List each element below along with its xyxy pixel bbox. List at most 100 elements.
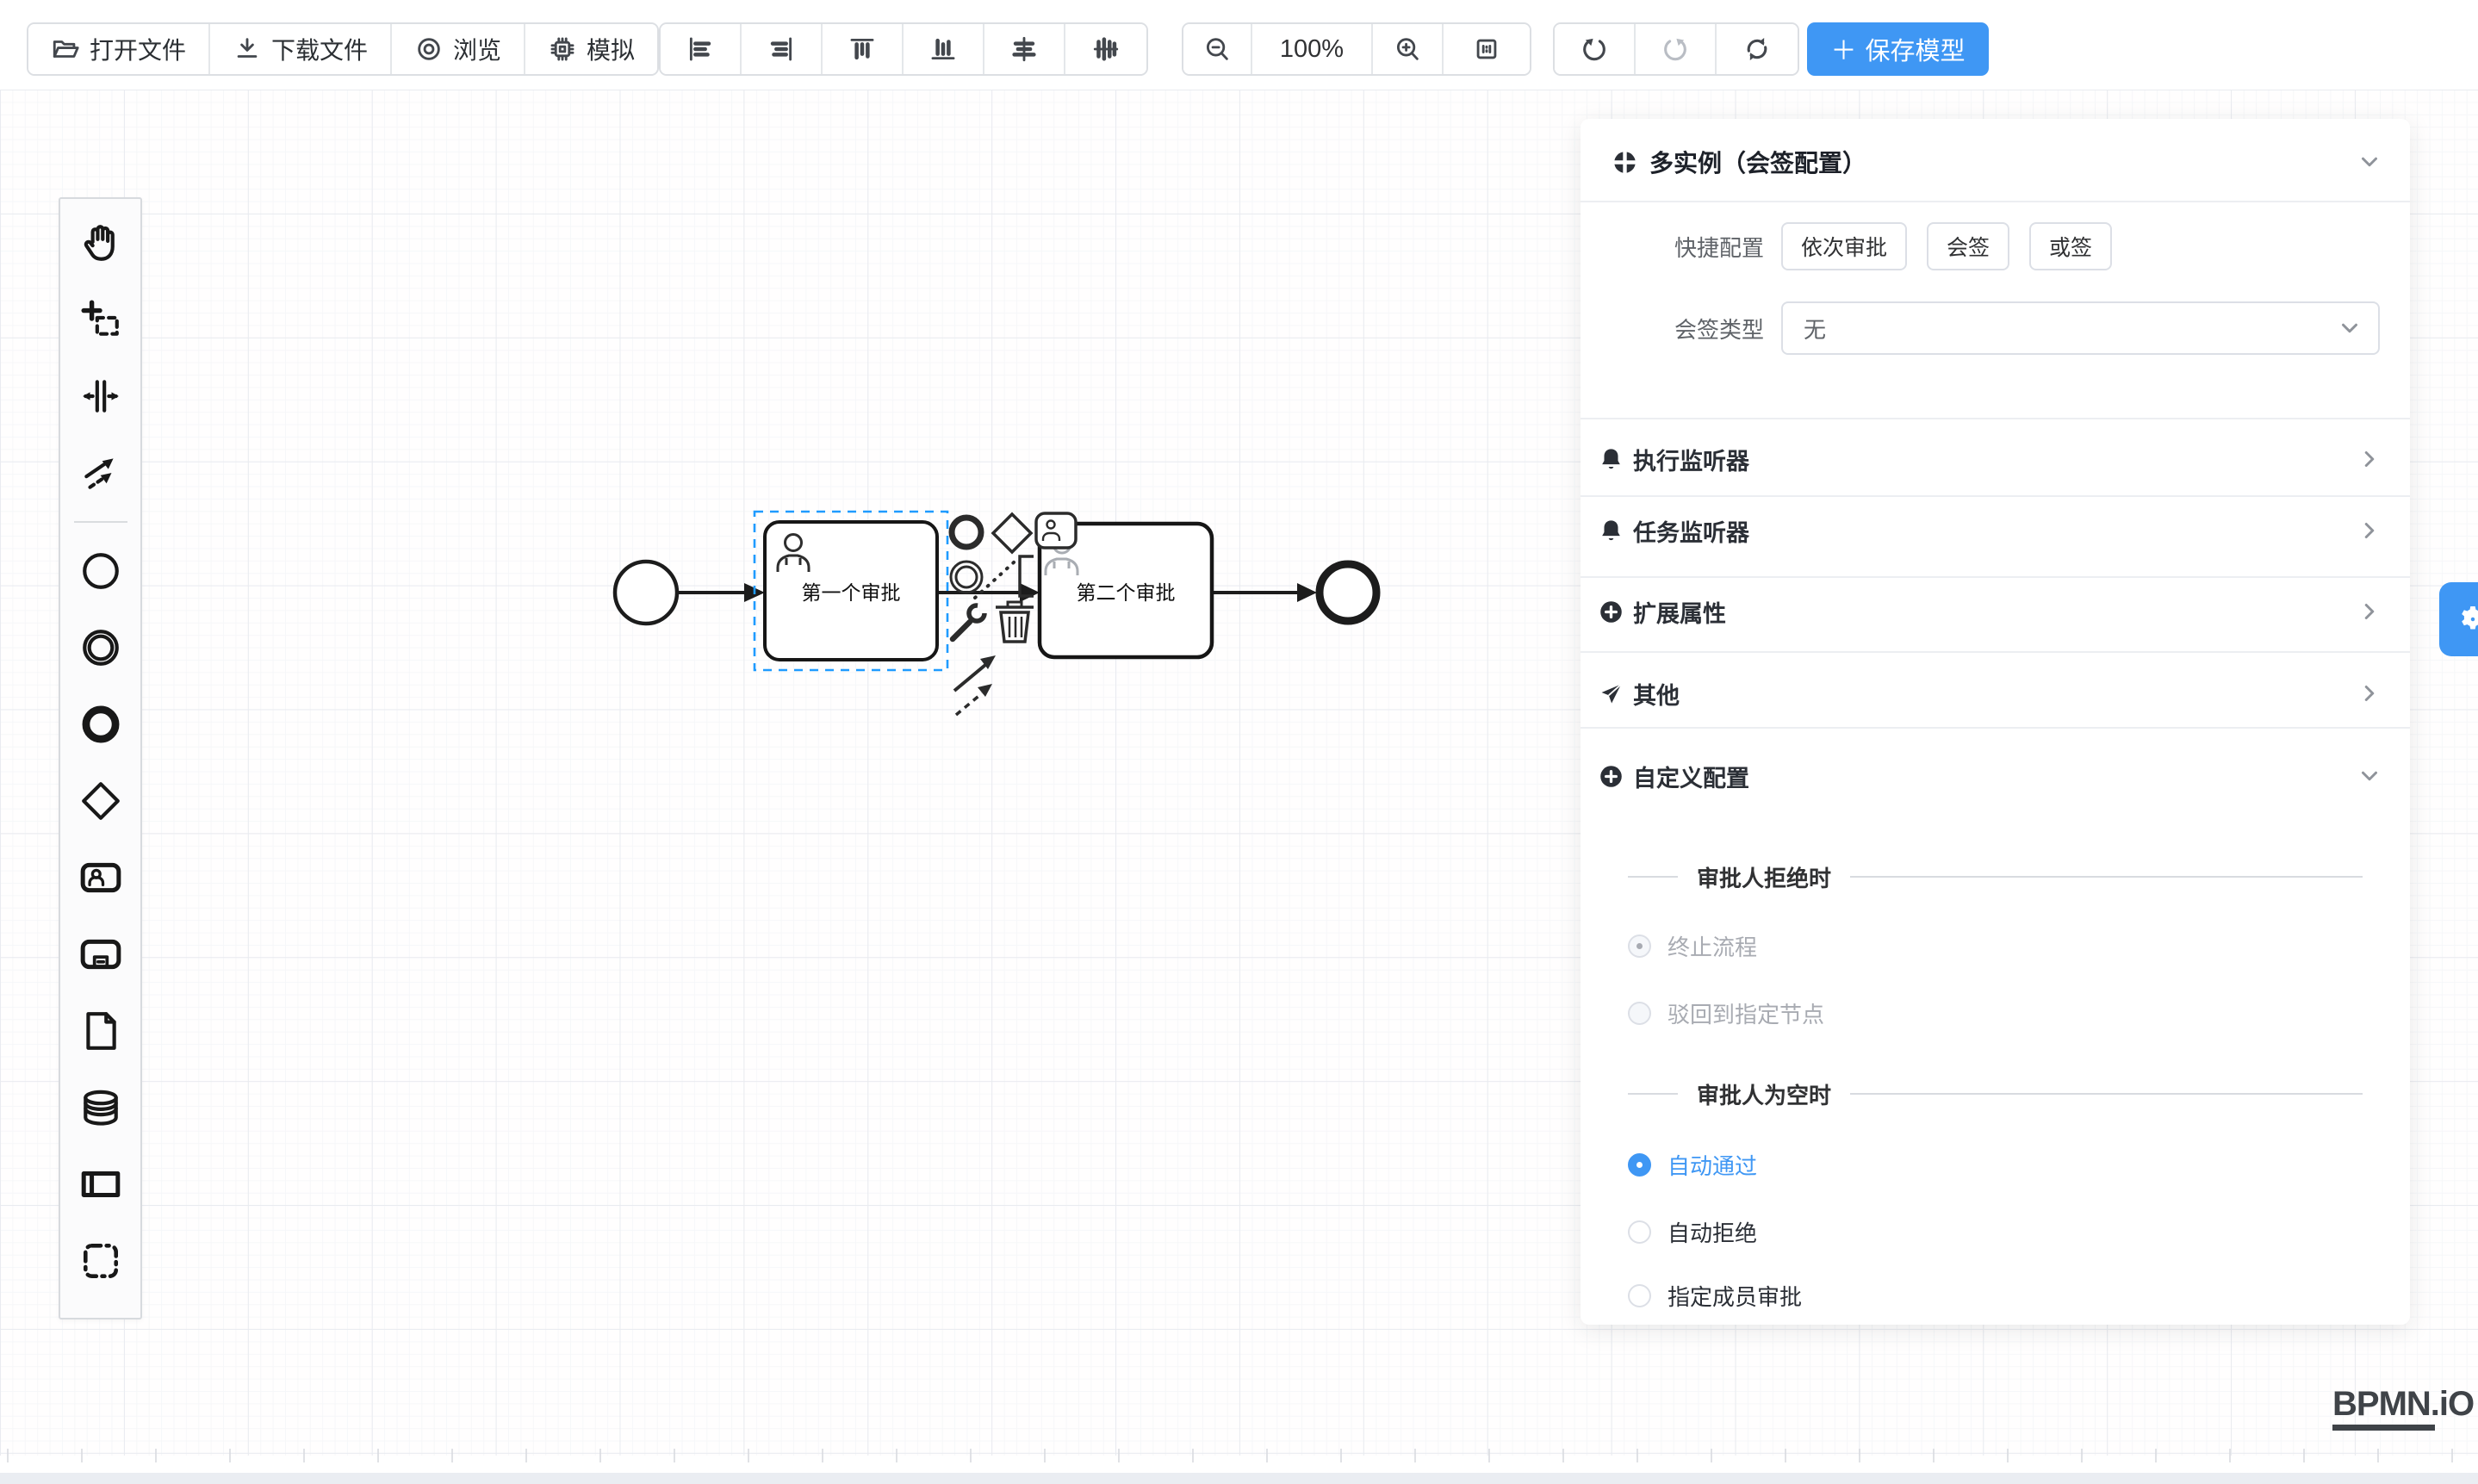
create-intermediate-event[interactable] <box>79 626 122 669</box>
quick-config-row: 快捷配置 依次审批 会签 或签 <box>1581 220 2410 272</box>
align-left-icon <box>686 34 715 64</box>
redo-icon <box>1661 34 1690 64</box>
hand-icon <box>79 221 122 264</box>
restart-button[interactable] <box>1717 24 1798 74</box>
palette-separator <box>74 521 127 523</box>
align-left-button[interactable] <box>661 24 742 74</box>
sign-type-select[interactable]: 无 <box>1781 301 2380 355</box>
simulate-button[interactable]: 模拟 <box>525 24 657 74</box>
start-event-shape[interactable] <box>615 562 677 624</box>
space-tool[interactable] <box>79 375 122 418</box>
section-custom-config[interactable]: 自定义配置 <box>1581 742 2410 810</box>
change-type-wrench-icon[interactable] <box>953 605 985 639</box>
bpmn-io-logo-underline <box>2332 1425 2435 1431</box>
restart-icon <box>1742 34 1772 64</box>
plus-circle-icon <box>1598 599 1624 625</box>
section-execution-listener[interactable]: 执行监听器 <box>1581 425 2410 494</box>
divider <box>1581 727 2410 729</box>
radio-terminate-process[interactable]: 终止流程 <box>1581 920 2410 972</box>
radio-assign-member[interactable]: 指定成员审批 <box>1581 1270 2410 1321</box>
align-center-vertical-button[interactable] <box>1065 24 1146 74</box>
radio-icon <box>1628 1002 1651 1025</box>
align-top-button[interactable] <box>823 24 904 74</box>
connect-tool-icon[interactable] <box>954 655 996 715</box>
lasso-tool[interactable] <box>79 298 122 341</box>
task-label: 第二个审批 <box>1077 581 1176 604</box>
radio-return-to-node[interactable]: 驳回到指定节点 <box>1581 987 2410 1039</box>
data-store-icon <box>79 1086 122 1129</box>
chevron-down-icon[interactable] <box>2357 149 2382 175</box>
section-other[interactable]: 其他 <box>1581 659 2410 728</box>
user-task-icon <box>79 856 122 899</box>
bpmn-io-logo-text: BPMN.iO <box>2332 1385 2474 1424</box>
zoom-in-button[interactable] <box>1373 24 1444 74</box>
space-icon <box>79 375 122 418</box>
redo-button[interactable] <box>1636 24 1717 74</box>
append-user-task-icon[interactable] <box>1036 513 1076 548</box>
history-button-group <box>1553 22 1799 76</box>
global-connect-tool[interactable] <box>79 451 122 494</box>
radio-auto-reject[interactable]: 自动拒绝 <box>1581 1206 2410 1257</box>
data-object-icon <box>79 1009 122 1052</box>
align-center-horizontal-button[interactable] <box>984 24 1065 74</box>
quick-config-sequential-button[interactable]: 依次审批 <box>1781 222 1907 270</box>
create-subprocess[interactable] <box>79 933 122 976</box>
zoom-level[interactable]: 100% <box>1252 24 1373 74</box>
align-bottom-button[interactable] <box>904 24 984 74</box>
gateway-icon <box>79 779 122 823</box>
chevron-right-icon <box>2357 599 2382 624</box>
plus-icon: ＋ <box>1830 29 1856 67</box>
top-toolbar: 打开文件 下载文件 浏览 模拟 <box>0 0 2478 90</box>
create-user-task[interactable] <box>79 856 122 899</box>
start-event-icon <box>79 550 122 593</box>
panel-header[interactable]: 多实例（会签配置） <box>1581 134 2410 189</box>
chevron-down-icon <box>2357 763 2382 789</box>
append-gateway-icon[interactable] <box>993 514 1031 552</box>
undo-button[interactable] <box>1555 24 1636 74</box>
divider <box>1628 1093 1678 1095</box>
section-extension-properties[interactable]: 扩展属性 <box>1581 577 2410 646</box>
create-group[interactable] <box>79 1239 122 1282</box>
settings-tab[interactable] <box>2439 582 2478 656</box>
user-task-1[interactable]: 第一个审批 <box>765 522 937 660</box>
sign-type-value: 无 <box>1804 313 1826 345</box>
end-event-shape[interactable] <box>1320 564 1376 621</box>
element-palette <box>59 197 142 1319</box>
align-right-button[interactable] <box>742 24 823 74</box>
hand-tool[interactable] <box>79 221 122 264</box>
divider <box>1581 651 2410 653</box>
task-label: 第一个审批 <box>802 581 901 604</box>
bell-icon <box>1598 446 1624 473</box>
zoom-out-button[interactable] <box>1183 24 1252 74</box>
radio-auto-pass[interactable]: 自动通过 <box>1581 1139 2410 1190</box>
chevron-right-icon <box>2357 518 2382 543</box>
create-data-object[interactable] <box>79 1009 122 1052</box>
append-intermediate-event-icon[interactable] <box>951 562 982 593</box>
delete-trash-icon[interactable] <box>996 602 1034 642</box>
horizontal-scrollbar[interactable] <box>0 1473 2478 1484</box>
bpmn-designer: 第一个审批 第二个审批 <box>0 0 2478 1484</box>
section-task-listener[interactable]: 任务监听器 <box>1581 496 2410 565</box>
quick-config-orsign-button[interactable]: 或签 <box>2029 222 2112 270</box>
chip-icon <box>548 34 577 64</box>
reject-heading: 审批人拒绝时 <box>1697 861 1831 893</box>
bpmn-io-logo[interactable]: BPMN.iO <box>2332 1385 2474 1431</box>
align-center-horizontal-icon <box>1009 34 1039 64</box>
create-participant[interactable] <box>79 1163 122 1206</box>
download-file-button[interactable]: 下载文件 <box>210 24 392 74</box>
create-data-store[interactable] <box>79 1086 122 1129</box>
append-end-event-icon[interactable] <box>952 518 981 547</box>
multi-instance-icon <box>1612 149 1638 176</box>
panel-title: 多实例（会签配置） <box>1649 145 1866 179</box>
preview-button[interactable]: 浏览 <box>392 24 525 74</box>
open-file-button[interactable]: 打开文件 <box>28 24 210 74</box>
subprocess-icon <box>79 933 122 976</box>
create-end-event[interactable] <box>79 703 122 746</box>
fit-viewport-button[interactable] <box>1444 24 1530 74</box>
create-start-event[interactable] <box>79 550 122 593</box>
sign-type-label: 会签类型 <box>1581 313 1764 345</box>
save-model-button[interactable]: ＋ 保存模型 <box>1807 22 1989 76</box>
quick-config-countersign-button[interactable]: 会签 <box>1927 222 2009 270</box>
create-gateway[interactable] <box>79 779 122 823</box>
fit-viewport-icon <box>1472 34 1501 64</box>
